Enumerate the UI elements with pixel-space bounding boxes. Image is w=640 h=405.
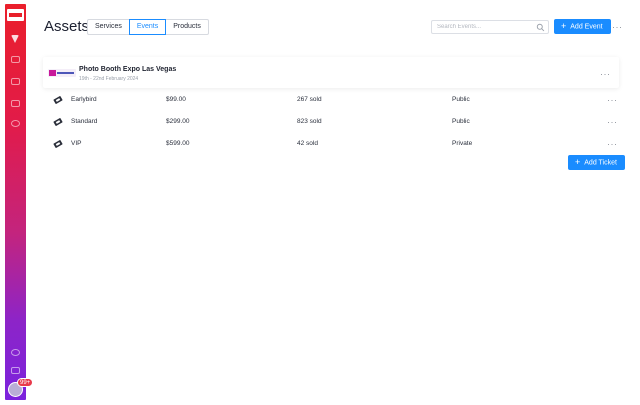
cart-icon[interactable] — [11, 78, 20, 85]
ticket-row[interactable]: Earlybird $99.00 267 sold Public ··· — [43, 89, 619, 111]
ticket-icon — [53, 96, 63, 104]
plus-icon: + — [575, 157, 581, 167]
ticket-sold: 42 sold — [297, 140, 318, 147]
plus-icon: + — [561, 21, 567, 31]
help-icon[interactable] — [11, 349, 20, 356]
ticket-more-icon[interactable]: ··· — [607, 96, 618, 105]
event-card[interactable]: Photo Booth Expo Las Vegas 19th - 22nd F… — [43, 57, 619, 88]
calendar-icon[interactable] — [11, 56, 20, 63]
add-ticket-label: Add Ticket — [584, 159, 617, 167]
mail-icon[interactable] — [11, 367, 20, 374]
ticket-price: $299.00 — [166, 118, 190, 125]
ticket-name: VIP — [71, 140, 82, 147]
event-more-icon[interactable]: ··· — [600, 70, 611, 79]
ticket-visibility: Public — [452, 118, 470, 125]
header-more-icon[interactable]: ··· — [612, 23, 623, 32]
ticket-price: $99.00 — [166, 96, 186, 103]
ticket-icon — [53, 118, 63, 126]
ticket-row[interactable]: VIP $599.00 42 sold Private ··· — [43, 133, 619, 155]
ticket-more-icon[interactable]: ··· — [607, 118, 618, 127]
ticket-name: Earlybird — [71, 96, 97, 103]
ticket-icon — [53, 140, 63, 148]
ticket-more-icon[interactable]: ··· — [607, 140, 618, 149]
event-logo — [48, 69, 76, 77]
funnel-icon[interactable] — [11, 35, 19, 43]
sidebar: 99+ — [5, 4, 34, 400]
notification-badge: 99+ — [17, 378, 34, 387]
ticket-name: Standard — [71, 118, 98, 125]
page-title: Assets — [44, 18, 90, 35]
event-title: Photo Booth Expo Las Vegas — [79, 66, 177, 73]
ticket-row[interactable]: Standard $299.00 823 sold Public ··· — [43, 111, 619, 133]
asset-tabs: Services Events Products — [87, 19, 209, 35]
ticket-price: $599.00 — [166, 140, 190, 147]
search-input[interactable] — [432, 21, 532, 33]
settings-icon[interactable] — [11, 120, 20, 127]
ticket-sold: 267 sold — [297, 96, 322, 103]
add-event-label: Add Event — [570, 23, 603, 31]
ticket-sold: 823 sold — [297, 118, 322, 125]
search-box — [431, 20, 549, 34]
add-event-button[interactable]: + Add Event — [554, 19, 611, 34]
ticket-visibility: Private — [452, 140, 473, 147]
tab-products[interactable]: Products — [165, 19, 209, 35]
tab-events[interactable]: Events — [128, 19, 167, 35]
tab-services[interactable]: Services — [87, 19, 130, 35]
search-icon[interactable] — [536, 23, 545, 32]
brand-logo[interactable] — [7, 9, 24, 21]
image-icon[interactable] — [11, 100, 20, 107]
event-date: 19th - 22nd February 2024 — [79, 76, 139, 82]
ticket-visibility: Public — [452, 96, 470, 103]
add-ticket-button[interactable]: + Add Ticket — [568, 155, 625, 170]
